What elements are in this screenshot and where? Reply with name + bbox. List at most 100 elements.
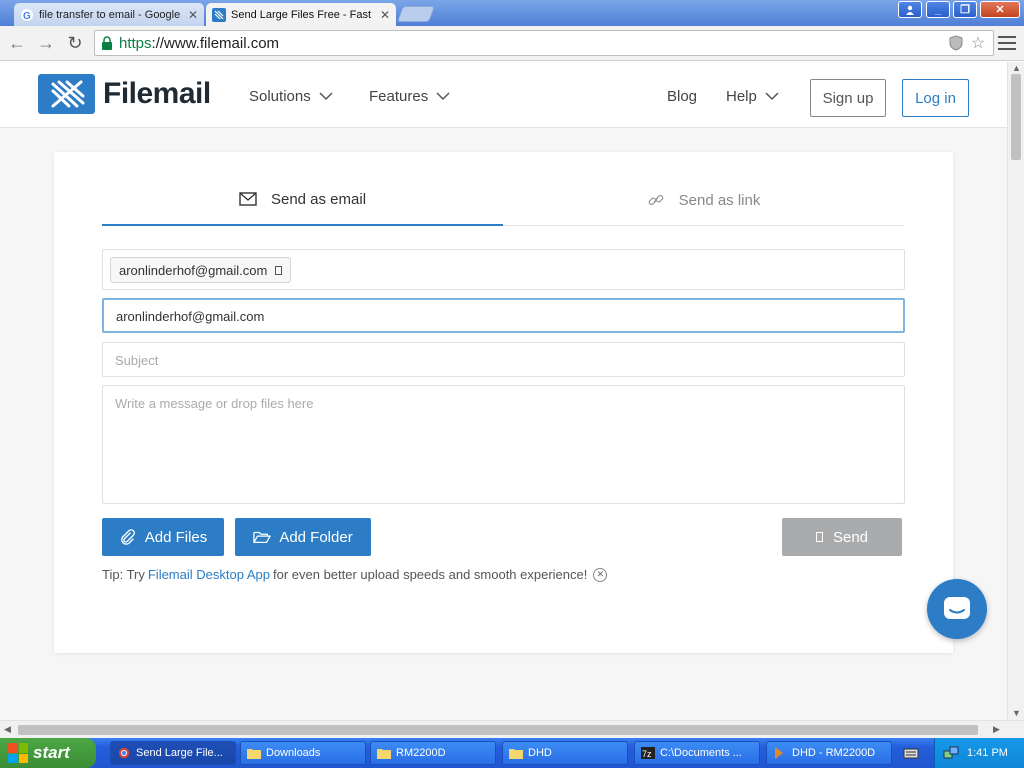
keyboard-icon[interactable]	[903, 745, 919, 761]
start-button[interactable]: start	[0, 738, 96, 768]
taskbar-item-7zip[interactable]: 7z C:\Documents ...	[634, 741, 760, 765]
clock: 1:41 PM	[967, 747, 1008, 759]
url-host: ://www.filemail.com	[151, 34, 280, 52]
filemail-logo-icon	[38, 74, 95, 114]
url-scheme: https	[119, 34, 152, 52]
chat-icon	[944, 597, 970, 619]
filemail-logo[interactable]: Filemail	[38, 74, 211, 114]
folder-icon	[247, 749, 261, 759]
nav-solutions[interactable]: Solutions	[249, 88, 333, 105]
scroll-left-icon[interactable]: ◀	[4, 724, 11, 735]
web-page: Filemail Solutions Features Blog Help Si…	[0, 62, 1007, 720]
back-icon[interactable]: ←	[7, 33, 27, 53]
scroll-up-icon[interactable]: ▲	[1012, 63, 1021, 73]
chrome-icon	[118, 747, 130, 759]
scroll-right-icon[interactable]: ▶	[993, 724, 1000, 735]
browser-toolbar: ← → ↻ https://www.filemail.com ☆	[0, 26, 1024, 61]
chevron-down-icon	[319, 92, 333, 101]
recipients-field[interactable]: aronlinderhof@gmail.com	[102, 249, 905, 290]
tip-suffix: for even better upload speeds and smooth…	[272, 567, 588, 582]
chevron-down-icon	[765, 92, 779, 101]
windows-flag-icon	[8, 743, 28, 763]
tab-title: Send Large Files Free - Fast	[231, 8, 372, 21]
tab-send-as-link-label: Send as link	[678, 191, 761, 209]
logo-text: Filemail	[103, 77, 211, 110]
send-button[interactable]: Send	[782, 518, 902, 556]
tip-prefix: Tip: Try	[102, 567, 145, 582]
desktop-app-link[interactable]: Filemail Desktop App	[148, 567, 270, 582]
folder-icon	[509, 749, 523, 759]
add-folder-label: Add Folder	[279, 528, 353, 546]
browser-tab-strip: G file transfer to email - Google ✕ Send…	[0, 0, 1024, 26]
scroll-down-icon[interactable]: ▼	[1012, 708, 1021, 718]
windows-taskbar: start Send Large File... Downloads RM220…	[0, 738, 1024, 768]
start-label: start	[33, 743, 70, 762]
shield-icon[interactable]	[946, 33, 966, 53]
envelope-icon	[239, 192, 257, 206]
recipient-chip[interactable]: aronlinderhof@gmail.com	[110, 257, 292, 283]
subject-input[interactable]: Subject	[102, 342, 905, 377]
network-icon[interactable]	[943, 745, 959, 761]
bookmark-star-icon[interactable]: ☆	[968, 33, 988, 53]
signup-button[interactable]: Sign up	[810, 79, 886, 117]
close-window-button[interactable]: ✕	[980, 1, 1020, 18]
nav-help[interactable]: Help	[726, 88, 779, 105]
nav-features-label: Features	[369, 88, 429, 105]
user-icon[interactable]	[898, 1, 922, 18]
folder-open-icon	[253, 531, 272, 544]
tab-close-icon[interactable]: ✕	[188, 8, 198, 22]
lock-icon	[102, 36, 112, 50]
send-label: Send	[832, 528, 869, 546]
app-icon	[775, 747, 783, 759]
paperclip-icon	[120, 529, 135, 545]
message-textarea[interactable]: Write a message or drop files here	[102, 385, 905, 504]
taskbar-item-label: Send Large File...	[136, 747, 223, 759]
google-icon: G	[21, 8, 33, 22]
add-files-button[interactable]: Add Files	[102, 518, 224, 556]
taskbar-item-chrome[interactable]: Send Large File...	[110, 741, 236, 765]
taskbar-item-rm2200d[interactable]: RM2200D	[370, 741, 496, 765]
login-button[interactable]: Log in	[902, 79, 969, 117]
vertical-scroll-thumb[interactable]	[1011, 74, 1021, 160]
restore-button[interactable]: ❐	[953, 1, 977, 18]
chrome-menu-icon[interactable]	[998, 34, 1016, 52]
address-bar[interactable]: https://www.filemail.com	[94, 30, 994, 56]
tab-send-as-email-label: Send as email	[270, 190, 367, 208]
tab-title: file transfer to email - Google	[39, 8, 181, 21]
nav-features[interactable]: Features	[369, 88, 450, 105]
vertical-scrollbar[interactable]: ▲ ▼	[1007, 62, 1024, 720]
remove-recipient-icon[interactable]	[275, 265, 283, 275]
horizontal-scroll-thumb[interactable]	[18, 725, 978, 735]
tab-send-as-email[interactable]: Send as email	[102, 174, 503, 226]
dismiss-tip-icon[interactable]: ✕	[593, 567, 608, 582]
browser-tab-google[interactable]: G file transfer to email - Google ✕	[14, 3, 204, 26]
new-tab-button[interactable]	[397, 6, 435, 22]
nav-blog[interactable]: Blog	[667, 88, 697, 105]
forward-icon[interactable]: →	[36, 33, 56, 53]
browser-tab-filemail[interactable]: Send Large Files Free - Fast ✕	[206, 3, 396, 26]
tip-text: Tip: Try Filemail Desktop App for even b…	[102, 567, 608, 582]
7zip-icon: 7z	[641, 747, 655, 759]
sender-email-field[interactable]: aronlinderhof@gmail.com	[102, 298, 905, 333]
taskbar-item-label: Downloads	[266, 747, 321, 759]
horizontal-scrollbar[interactable]: ◀ ▶	[0, 720, 1024, 738]
send-mode-tabs: Send as email Send as link	[102, 174, 904, 226]
add-folder-button[interactable]: Add Folder	[235, 518, 371, 556]
chat-launcher-button[interactable]	[927, 579, 987, 639]
add-files-label: Add Files	[144, 528, 208, 546]
taskbar-item-dhd-rm2200d[interactable]: DHD - RM2200D	[766, 741, 892, 765]
filemail-favicon-icon	[212, 7, 226, 22]
system-tray: 1:41 PM	[934, 738, 1024, 768]
tab-send-as-link[interactable]: Send as link	[503, 174, 904, 226]
taskbar-item-label: DHD	[528, 747, 552, 759]
taskbar-item-label: DHD - RM2200D	[792, 747, 876, 759]
nav-blog-label: Blog	[667, 88, 698, 105]
taskbar-item-dhd[interactable]: DHD	[502, 741, 628, 765]
minimize-button[interactable]: _	[926, 1, 950, 18]
tab-close-icon[interactable]: ✕	[380, 8, 390, 22]
taskbar-item-downloads[interactable]: Downloads	[240, 741, 366, 765]
reload-icon[interactable]: ↻	[65, 33, 85, 53]
nav-solutions-label: Solutions	[249, 88, 311, 105]
send-card: Send as email Send as link aronlinderhof…	[54, 152, 953, 653]
chevron-down-icon	[436, 92, 450, 101]
